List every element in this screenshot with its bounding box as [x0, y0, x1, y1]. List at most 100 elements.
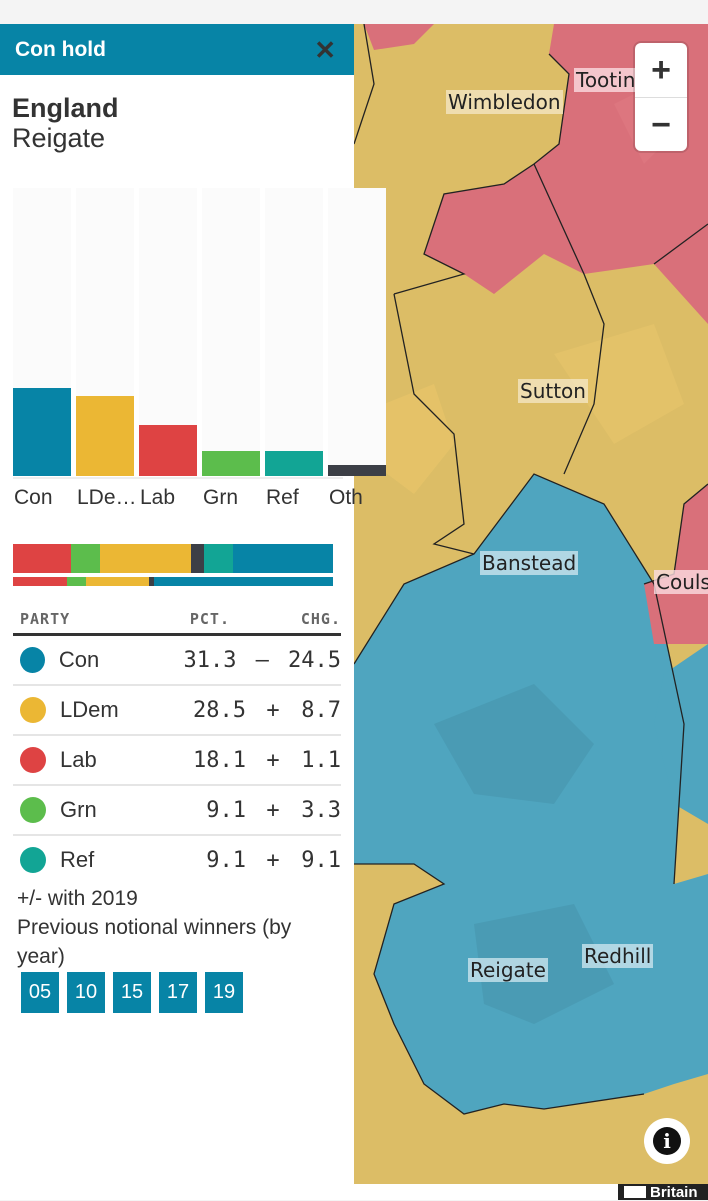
header-pct: PCT. — [189, 609, 230, 628]
change-sign: + — [266, 847, 280, 873]
party-color-dot — [20, 697, 46, 723]
bar-ldem — [76, 396, 134, 476]
table-row: LDem 28.5 +8.7 — [13, 686, 341, 736]
close-icon[interactable]: ✕ — [314, 37, 336, 63]
table-row: Lab 18.1 +1.1 — [13, 736, 341, 786]
vote-share-bar-chart: Con LDe… Lab Grn Ref Oth — [0, 176, 386, 509]
vote-pct: 9.1 — [206, 797, 246, 823]
x-tick-label: Ref — [266, 486, 299, 509]
constituency-map[interactable]: Wimbledon Tootin Sutton Banstead Couls R… — [354, 24, 708, 1184]
vote-change: 1.1 — [301, 747, 341, 773]
place-label-redhill: Redhill — [582, 944, 654, 968]
note-change: +/- with 2019 — [17, 887, 138, 910]
result-title: Con hold — [15, 37, 106, 61]
table-body: Con 31.3–24.5 LDem 28.5 +8.7 Lab 18.1 +1.1 Grn 9.… — [13, 636, 341, 884]
x-tick-label: Oth — [329, 486, 363, 509]
header-chg: CHG. — [300, 609, 341, 628]
top-strip — [0, 0, 708, 24]
vote-change: 9.1 — [301, 847, 341, 873]
party-name: LDem — [60, 697, 119, 722]
country-name: England — [12, 93, 119, 123]
party-name: Ref — [60, 847, 95, 872]
bar-oth — [328, 465, 386, 476]
party-name: Lab — [60, 747, 97, 772]
segment-ref — [203, 544, 233, 573]
header-party: PARTY — [20, 609, 71, 628]
zoom-in-button[interactable]: + — [635, 43, 687, 97]
table-row: Con 31.3–24.5 — [13, 636, 341, 686]
place-label-banstead: Banstead — [480, 551, 579, 575]
bar-track — [265, 188, 323, 468]
result-header: Con hold ✕ — [0, 24, 354, 75]
vote-pct: 28.5 — [193, 697, 246, 723]
bar-track — [328, 188, 386, 468]
place-label-wimbledon: Wimbledon — [446, 90, 563, 114]
change-sign: + — [266, 797, 280, 823]
constituency-name: Reigate — [12, 123, 106, 153]
table-row: Ref 9.1 +9.1 — [13, 836, 341, 884]
segment-ldem — [100, 544, 192, 573]
place-label-sutton: Sutton — [518, 379, 588, 403]
place-label-coulsdon: Couls — [654, 570, 708, 594]
result-panel: Con hold ✕ England Reigate Con LDe… Lab Grn… — [0, 24, 386, 1200]
bar-lab — [139, 425, 197, 476]
vote-pct: 9.1 — [206, 847, 246, 873]
vote-pct: 18.1 — [193, 747, 246, 773]
year-button-17[interactable]: 17 — [159, 972, 197, 1013]
note-previous: Previous notional winners (by year) — [17, 916, 292, 968]
stacked-bar-previous — [13, 577, 333, 586]
notes: +/- with 2019 Previous notional winners … — [17, 884, 337, 971]
place-label-tooting: Tootin — [574, 68, 638, 92]
place-label-reigate: Reigate — [468, 958, 548, 982]
segment-con — [232, 544, 333, 573]
stacked-bar-current — [13, 544, 333, 573]
x-tick-label: Con — [14, 486, 53, 509]
year-button-05[interactable]: 05 — [21, 972, 59, 1013]
previous-winners: 05 10 15 17 19 — [21, 972, 243, 1013]
bottom-strip — [354, 1184, 618, 1200]
bar-con — [13, 388, 71, 476]
year-button-15[interactable]: 15 — [113, 972, 151, 1013]
segment-con — [154, 577, 333, 586]
table-row: Grn 9.1 +3.3 — [13, 786, 341, 836]
bar-track — [202, 188, 260, 468]
party-name: Con — [58, 647, 100, 672]
table-header: PARTY PCT. CHG. — [13, 604, 341, 636]
zoom-out-button[interactable]: − — [635, 97, 687, 152]
change-sign: + — [266, 747, 280, 773]
segment-grn — [67, 577, 86, 586]
x-tick-label: Grn — [203, 486, 239, 509]
logo-text: Britain — [650, 1183, 698, 1201]
zoom-control: + − — [635, 43, 687, 151]
x-tick-label: LDe… — [77, 486, 137, 509]
results-table: PARTY PCT. CHG. Con 31.3–24.5 LDem 28.5 +8.7… — [13, 604, 341, 884]
bar-ref — [265, 450, 323, 476]
logo-mark-icon — [624, 1186, 646, 1198]
year-button-10[interactable]: 10 — [67, 972, 105, 1013]
year-button-19[interactable]: 19 — [205, 972, 243, 1013]
chart-baseline — [13, 477, 343, 479]
region-heading: England Reigate — [0, 75, 354, 153]
vote-pct: 31.3 — [183, 647, 237, 673]
segment-lab — [13, 544, 71, 573]
party-color-dot — [20, 647, 45, 673]
segment-lab — [13, 577, 68, 586]
britain-elects-logo: Britain — [618, 1183, 708, 1201]
segment-ldem — [85, 577, 150, 586]
map-regions — [354, 24, 708, 1184]
party-color-dot — [20, 847, 46, 873]
info-icon: i — [653, 1127, 681, 1155]
party-name: Grn — [60, 797, 97, 822]
change-sign: – — [255, 647, 269, 673]
vote-change: 8.7 — [301, 697, 341, 723]
segment-oth — [191, 544, 204, 573]
party-color-dot — [20, 747, 46, 773]
bar-grn — [202, 450, 260, 476]
vote-change: 24.5 — [288, 647, 341, 673]
x-tick-label: Lab — [140, 486, 176, 509]
vote-change: 3.3 — [301, 797, 341, 823]
change-sign: + — [266, 697, 280, 723]
info-button[interactable]: i — [644, 1118, 690, 1164]
segment-grn — [70, 544, 101, 573]
party-color-dot — [20, 797, 46, 823]
